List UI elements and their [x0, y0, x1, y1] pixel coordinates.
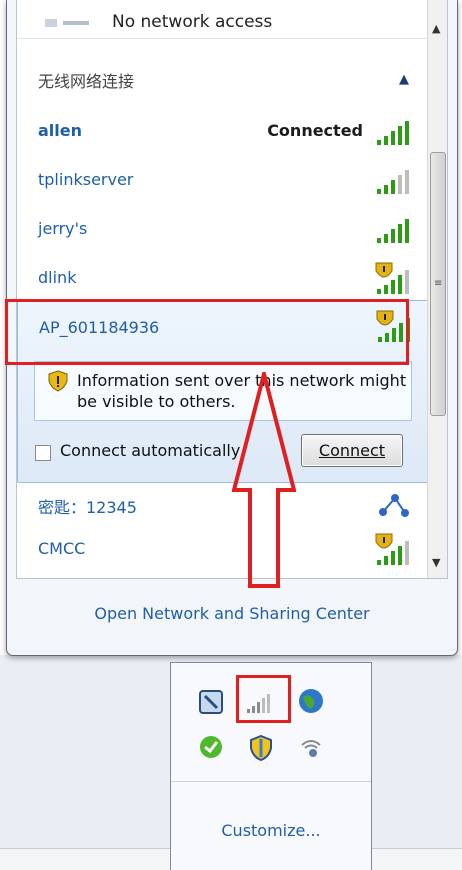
network-name: 密匙：12345: [38, 498, 137, 517]
signal-strength-icon: [377, 121, 409, 145]
signal-strength-icon: [377, 170, 409, 194]
security-shield-icon[interactable]: [249, 735, 273, 761]
network-row-key[interactable]: 密匙：12345: [17, 481, 427, 529]
network-user-icon[interactable]: [299, 736, 323, 760]
scroll-up-icon[interactable]: ▲: [432, 22, 440, 35]
network-name: jerry's: [38, 219, 88, 238]
connect-button[interactable]: Connect: [301, 434, 403, 467]
highlight-box: [5, 299, 409, 365]
grip-icon: ≡: [434, 278, 443, 289]
open-network-sharing-center-link[interactable]: Open Network and Sharing Center: [7, 604, 457, 623]
network-row-allen[interactable]: allen Connected: [17, 108, 427, 156]
network-status-text: No network access: [112, 12, 273, 32]
network-name: dlink: [38, 268, 77, 287]
pointer-arrow-icon: [232, 372, 296, 588]
network-name: CMCC: [38, 539, 86, 558]
security-warning-box: Information sent over this network might…: [34, 361, 412, 421]
connection-status: Connected: [267, 121, 363, 140]
collapse-chevron-icon[interactable]: ▲: [399, 72, 409, 87]
tray-highlight-box: [236, 675, 291, 723]
network-row-dlink[interactable]: dlink: [17, 255, 427, 303]
chat-icon[interactable]: [199, 735, 223, 759]
warning-shield-icon: [48, 370, 68, 392]
customize-link[interactable]: Customize...: [171, 821, 371, 840]
scrollbar[interactable]: ▲ ≡ ▼: [427, 0, 447, 578]
tray-divider: [171, 781, 371, 782]
section-title: 无线网络连接: [38, 72, 135, 91]
network-name: allen: [38, 121, 83, 140]
network-name: tplinkserver: [38, 170, 134, 189]
wrench-icon[interactable]: [199, 690, 223, 714]
network-status-row: No network access: [17, 0, 427, 39]
signal-strength-icon: [377, 219, 409, 243]
secured-signal-icon: [375, 533, 409, 565]
network-icon: [45, 19, 89, 27]
network-row-tplinkserver[interactable]: tplinkserver: [17, 157, 427, 205]
secured-signal-icon: [375, 262, 409, 294]
network-row-jerrys[interactable]: jerry's: [17, 206, 427, 254]
connect-automatically-label[interactable]: Connect automatically: [60, 441, 240, 460]
network-row-cmcc[interactable]: CMCC: [17, 526, 427, 574]
globe-icon[interactable]: [297, 687, 325, 715]
scroll-down-icon[interactable]: ▼: [432, 556, 440, 569]
adhoc-network-icon: [379, 494, 409, 517]
connect-automatically-checkbox[interactable]: [35, 445, 51, 461]
scrollbar-thumb[interactable]: ≡: [430, 152, 446, 416]
